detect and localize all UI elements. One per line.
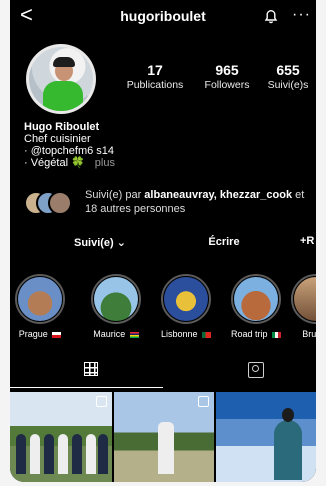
more-icon[interactable]: ···: [292, 6, 311, 24]
post-figure: [98, 434, 108, 474]
highlight-label: Lisbonne: [160, 329, 198, 339]
following-button[interactable]: Suivi(e) ⌄: [60, 236, 140, 249]
bell-icon[interactable]: [263, 8, 279, 24]
post-figure: [44, 434, 54, 474]
bio-line[interactable]: · @topchefm6 s14: [24, 145, 115, 157]
highlight-label: Maurice: [93, 329, 126, 339]
highlight-lisbonne[interactable]: Lisbonne: [158, 274, 214, 339]
bio-line: · Végétal 🍀: [24, 157, 85, 169]
highlight-label: Prague: [18, 329, 48, 339]
stat-label: Publications: [126, 79, 184, 91]
post-thumbnail[interactable]: [216, 392, 316, 482]
profile-tabs: [10, 360, 316, 390]
carousel-icon: [96, 396, 107, 407]
flag-it-icon: [272, 331, 282, 338]
highlight-cover: [294, 277, 316, 321]
top-bar: < hugoriboulet ···: [10, 0, 316, 34]
grid-icon[interactable]: [84, 362, 98, 376]
profile-bio: Hugo Riboulet Chef cuisinier · @topchefm…: [24, 121, 115, 169]
carousel-icon: [198, 396, 209, 407]
highlight-ring: [231, 274, 281, 324]
stat-value: 17: [147, 62, 163, 78]
stat-followers[interactable]: 965 Followers: [194, 62, 260, 92]
bio-line-with-more: · Végétal 🍀 plus: [24, 157, 115, 169]
avatar-shirt: [43, 81, 83, 111]
profile-name: Hugo Riboulet: [24, 121, 100, 133]
followed-by[interactable]: Suivi(e) par albaneauvray, khezzar_cook …: [24, 189, 314, 221]
flag-pt-icon: [202, 331, 212, 338]
post-thumbnail[interactable]: [114, 392, 214, 482]
flag-mu-icon: [129, 331, 139, 338]
highlight-ring: [161, 274, 211, 324]
post-person-head: [282, 408, 294, 422]
active-tab-indicator: [10, 387, 163, 388]
highlight-caption: Bruxell: [288, 329, 316, 339]
highlight-road-trip[interactable]: Road trip: [228, 274, 284, 339]
avatar-hair: [53, 57, 75, 67]
profile-stats: 17 Publications 965 Followers 655 Suivi(…: [120, 62, 316, 94]
post-figure: [16, 434, 26, 474]
highlight-caption: Prague: [12, 329, 68, 339]
post-figure: [158, 422, 174, 474]
highlight-caption: Road trip: [228, 329, 284, 339]
bio-more-link[interactable]: plus: [95, 157, 115, 169]
highlight-ring: [291, 274, 316, 324]
stat-publications[interactable]: 17 Publications: [120, 62, 190, 92]
highlight-cover: [164, 277, 208, 321]
message-button[interactable]: Écrire: [194, 236, 254, 248]
stat-label: Suivi(e)s: [267, 79, 309, 91]
add-user-icon[interactable]: +R: [300, 235, 314, 247]
highlight-ring: [91, 274, 141, 324]
highlight-maurice[interactable]: Maurice: [88, 274, 144, 339]
post-figure: [30, 434, 40, 474]
follower-avatar: [48, 191, 72, 215]
highlight-caption: Lisbonne: [158, 329, 214, 339]
followed-by-users: albaneauvray, khezzar_cook: [144, 189, 293, 201]
post-figure: [86, 434, 96, 474]
highlight-cover: [18, 277, 62, 321]
stat-value: 965: [215, 62, 239, 78]
highlight-prague[interactable]: Prague: [12, 274, 68, 339]
profile-actions: Suivi(e) ⌄ Écrire +R: [10, 235, 316, 252]
post-figure: [72, 434, 82, 474]
post-thumbnail[interactable]: [10, 392, 112, 482]
stat-following[interactable]: 655 Suivi(e)s: [260, 62, 316, 92]
bio-line: Chef cuisinier: [24, 133, 91, 145]
post-figure: [58, 434, 68, 474]
avatar-image: [29, 47, 93, 111]
profile-screen: < hugoriboulet ··· 17 Publications 965 F…: [10, 0, 316, 482]
stat-value: 655: [276, 62, 300, 78]
post-person: [274, 408, 302, 480]
highlight-label: Bruxell: [302, 329, 316, 339]
highlight-caption: Maurice: [88, 329, 144, 339]
tagged-icon[interactable]: [248, 362, 264, 378]
avatar[interactable]: [26, 44, 96, 114]
flag-cz-icon: [52, 331, 62, 338]
highlight-label: Road trip: [230, 329, 268, 339]
highlight-bruxelles[interactable]: Bruxell: [288, 274, 316, 339]
followed-by-text: Suivi(e) par albaneauvray, khezzar_cook …: [85, 188, 316, 216]
highlight-cover: [94, 277, 138, 321]
followed-by-prefix: Suivi(e) par: [85, 189, 145, 201]
highlight-cover: [234, 277, 278, 321]
highlight-ring: [15, 274, 65, 324]
stat-label: Followers: [204, 79, 250, 91]
